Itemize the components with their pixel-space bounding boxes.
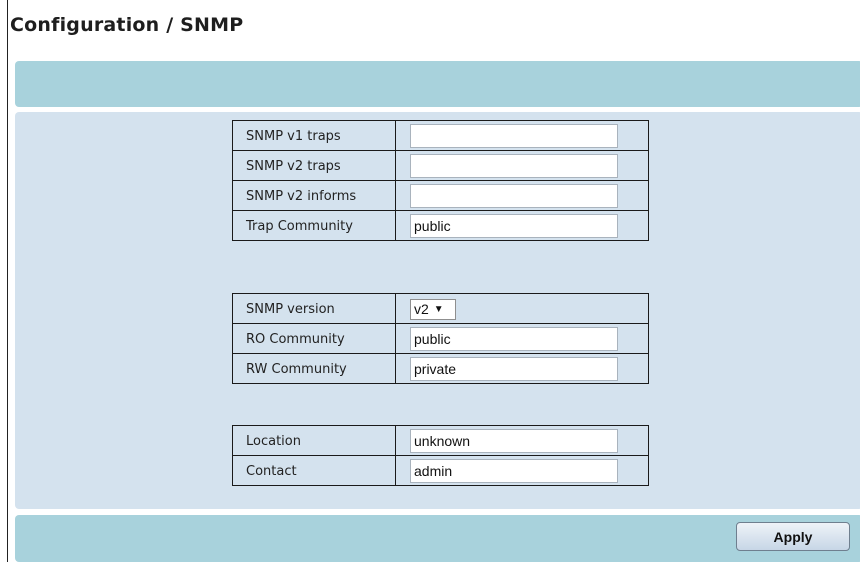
system-table: Location Contact [232, 425, 649, 486]
snmp-v2-traps-input[interactable] [410, 154, 618, 178]
snmp-v1-traps-input[interactable] [410, 124, 618, 148]
apply-button[interactable]: Apply [736, 522, 850, 551]
rw-community-label: RW Community [232, 353, 396, 384]
table-row: RO Community [232, 323, 649, 354]
header-bar [15, 61, 860, 107]
table-row: Trap Community [232, 210, 649, 241]
snmp-v2-informs-label: SNMP v2 informs [232, 180, 396, 211]
trap-community-input[interactable] [410, 214, 618, 238]
dropdown-arrow-icon: ▼ [433, 303, 444, 315]
snmp-v2-traps-label: SNMP v2 traps [232, 150, 396, 181]
ro-community-label: RO Community [232, 323, 396, 354]
table-row: SNMP v2 traps [232, 150, 649, 181]
page-title: Configuration / SNMP [10, 14, 244, 36]
table-row: RW Community [232, 353, 649, 384]
snmp-version-value: v2 [414, 301, 429, 317]
snmp-version-select[interactable]: v2 ▼ [410, 298, 456, 320]
rw-community-input[interactable] [410, 357, 618, 381]
location-label: Location [232, 425, 396, 456]
snmp-v1-traps-label: SNMP v1 traps [232, 120, 396, 151]
contact-input[interactable] [410, 459, 618, 483]
snmp-v2-informs-input[interactable] [410, 184, 618, 208]
footer-bar [15, 515, 860, 562]
table-row: SNMP version v2 ▼ [232, 293, 649, 324]
location-input[interactable] [410, 429, 618, 453]
access-table: SNMP version v2 ▼ RO Community RW Commun… [232, 293, 649, 384]
snmp-version-label: SNMP version [232, 293, 396, 324]
table-row: SNMP v1 traps [232, 120, 649, 151]
trap-community-label: Trap Community [232, 210, 396, 241]
table-row: SNMP v2 informs [232, 180, 649, 211]
table-row: Contact [232, 455, 649, 486]
table-row: Location [232, 425, 649, 456]
traps-table: SNMP v1 traps SNMP v2 traps SNMP v2 info… [232, 120, 649, 241]
ro-community-input[interactable] [410, 327, 618, 351]
contact-label: Contact [232, 455, 396, 486]
